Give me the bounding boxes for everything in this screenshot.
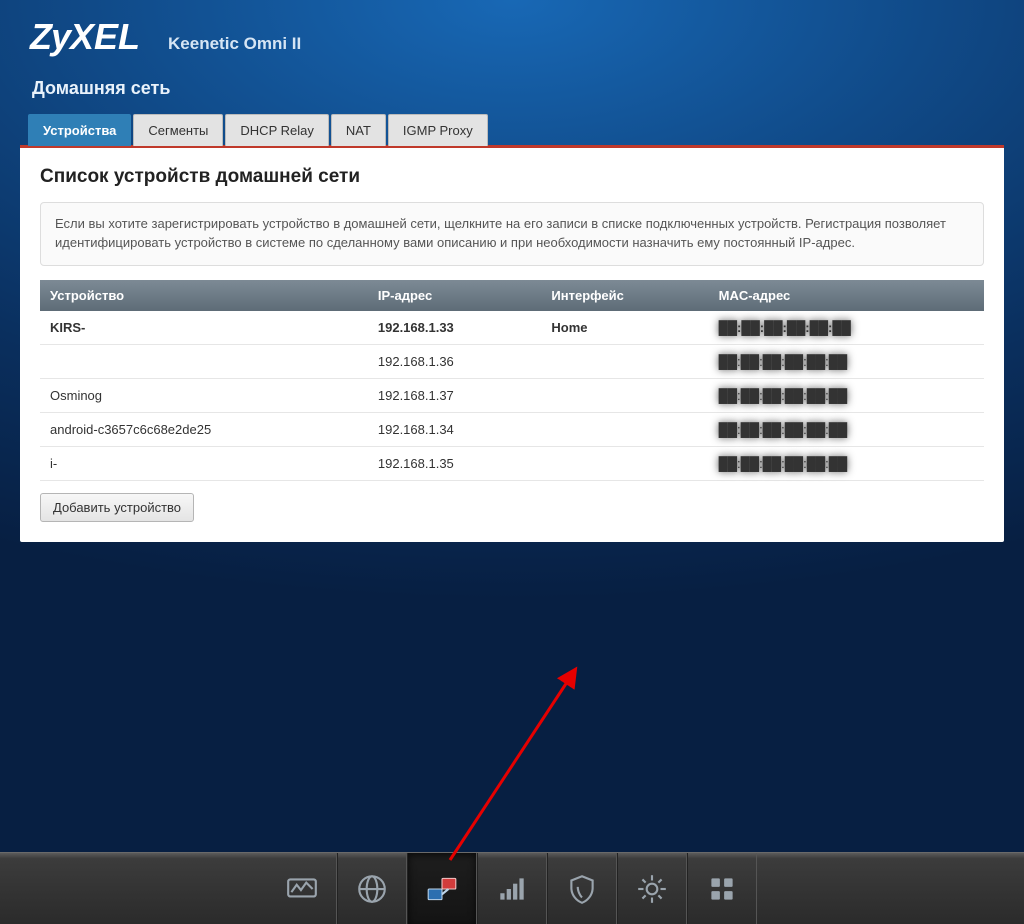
table-row[interactable]: KIRS-192.168.1.33Home██:██:██:██:██:██ <box>40 311 984 345</box>
col-mac[interactable]: MAC-адрес <box>709 280 984 311</box>
toolbar-signal-icon[interactable] <box>477 853 547 924</box>
header: ZyXEL Keenetic Omni II <box>20 10 1004 76</box>
cell-device: і- <box>40 446 368 480</box>
content-panel: Список устройств домашней сети Если вы х… <box>20 145 1004 542</box>
cell-iface <box>541 412 708 446</box>
bottom-toolbar <box>0 852 1024 924</box>
tab-nat[interactable]: NAT <box>331 114 386 146</box>
col-device[interactable]: Устройство <box>40 280 368 311</box>
tab-сегменты[interactable]: Сегменты <box>133 114 223 146</box>
toolbar-network-icon[interactable] <box>407 853 477 924</box>
cell-ip: 192.168.1.34 <box>368 412 542 446</box>
toolbar-shield-icon[interactable] <box>547 853 617 924</box>
app-frame: ZyXEL Keenetic Omni II Домашняя сеть Уст… <box>0 0 1024 852</box>
cell-iface <box>541 446 708 480</box>
add-device-button[interactable]: Добавить устройство <box>40 493 194 522</box>
cell-iface: Home <box>541 311 708 345</box>
panel-heading: Список устройств домашней сети <box>40 166 984 188</box>
cell-mac: ██:██:██:██:██:██ <box>709 311 984 345</box>
table-row[interactable]: 192.168.1.36 ██:██:██:██:██:██ <box>40 344 984 378</box>
toolbar-apps-icon[interactable] <box>687 853 757 924</box>
toolbar-gear-icon[interactable] <box>617 853 687 924</box>
annotation-arrow <box>435 660 595 870</box>
info-box: Если вы хотите зарегистрировать устройст… <box>40 202 984 266</box>
table-row[interactable]: android-c3657c6c68e2de25192.168.1.34 ██:█… <box>40 412 984 446</box>
toolbar-globe-icon[interactable] <box>337 853 407 924</box>
cell-iface <box>541 378 708 412</box>
col-interface[interactable]: Интерфейс <box>541 280 708 311</box>
cell-mac: ██:██:██:██:██:██ <box>709 446 984 480</box>
table-row[interactable]: Osminog192.168.1.37 ██:██:██:██:██:██ <box>40 378 984 412</box>
cell-mac: ██:██:██:██:██:██ <box>709 378 984 412</box>
cell-ip: 192.168.1.37 <box>368 378 542 412</box>
cell-ip: 192.168.1.33 <box>368 311 542 345</box>
cell-iface <box>541 344 708 378</box>
cell-device: Osminog <box>40 378 368 412</box>
tab-устройства[interactable]: Устройства <box>28 114 131 146</box>
cell-device: KIRS- <box>40 311 368 345</box>
cell-ip: 192.168.1.36 <box>368 344 542 378</box>
table-row[interactable]: і-192.168.1.35 ██:██:██:██:██:██ <box>40 446 984 480</box>
cell-mac: ██:██:██:██:██:██ <box>709 344 984 378</box>
brand-logo: ZyXEL <box>30 16 140 58</box>
product-name: Keenetic Omni II <box>168 34 301 54</box>
devices-table: Устройство IP-адрес Интерфейс MAC-адрес … <box>40 280 984 481</box>
tab-dhcp-relay[interactable]: DHCP Relay <box>225 114 328 146</box>
toolbar-monitor-icon[interactable] <box>267 853 337 924</box>
cell-device: android-c3657c6c68e2de25 <box>40 412 368 446</box>
cell-ip: 192.168.1.35 <box>368 446 542 480</box>
page-title: Домашняя сеть <box>20 76 1004 113</box>
cell-mac: ██:██:██:██:██:██ <box>709 412 984 446</box>
tab-bar: УстройстваСегментыDHCP RelayNATIGMP Prox… <box>20 113 1004 145</box>
tab-igmp-proxy[interactable]: IGMP Proxy <box>388 114 488 146</box>
cell-device <box>40 344 368 378</box>
col-ip[interactable]: IP-адрес <box>368 280 542 311</box>
